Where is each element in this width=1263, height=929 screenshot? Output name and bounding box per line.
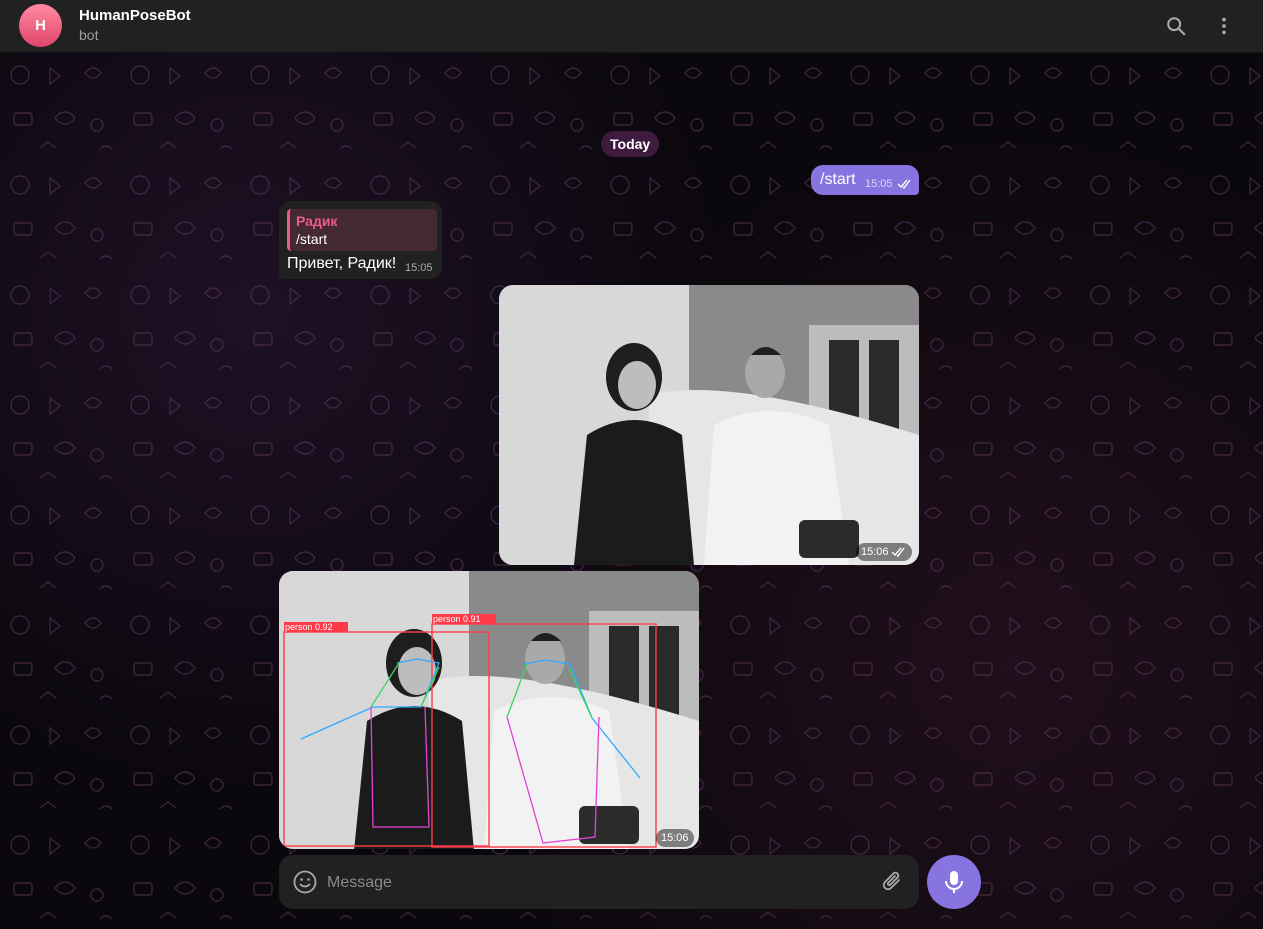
avatar-letter: H	[35, 17, 46, 34]
chat-subtitle: bot	[79, 27, 99, 43]
chat-title[interactable]: HumanPoseBot	[79, 7, 191, 24]
reply-preview[interactable]: Радик /start	[287, 209, 437, 251]
search-button[interactable]	[1162, 12, 1190, 40]
attach-icon	[882, 871, 900, 891]
more-button[interactable]	[1210, 12, 1238, 40]
detection-class: person	[433, 614, 461, 624]
voice-record-button[interactable]	[927, 855, 981, 909]
date-separator: Today	[601, 131, 660, 157]
photo-image	[499, 285, 919, 565]
incoming-photo[interactable]: person 0.92 person 0.91 15:06	[279, 571, 699, 849]
detection-score: 0.92	[315, 622, 333, 632]
message-time: 15:06	[861, 546, 889, 558]
detection-class: person	[285, 622, 313, 632]
reply-text: /start	[296, 231, 328, 247]
double-check-icon	[897, 179, 911, 189]
photo-image	[279, 571, 699, 849]
message-input[interactable]	[325, 855, 869, 911]
detection-label: person 0.92	[285, 622, 333, 632]
mic-icon	[945, 871, 963, 893]
photo-time-badge: 15:06	[656, 829, 694, 847]
search-icon	[1167, 17, 1186, 36]
message-time: 15:05	[865, 178, 893, 190]
reply-author: Радик	[296, 213, 338, 229]
emoji-icon	[293, 870, 317, 894]
chat-header: H HumanPoseBot bot	[0, 0, 1263, 53]
message-time: 15:05	[405, 262, 433, 274]
incoming-message[interactable]: Радик /start Привет, Радик! 15:05	[279, 201, 442, 279]
outgoing-photo[interactable]: 15:06	[499, 285, 919, 565]
detection-label: person 0.91	[433, 614, 481, 624]
outgoing-message[interactable]: /start 15:05	[811, 165, 919, 195]
attach-button[interactable]	[880, 869, 906, 895]
message-composer	[279, 855, 919, 911]
more-vertical-icon	[1222, 17, 1226, 35]
message-text: Привет, Радик!	[287, 255, 397, 272]
photo-time-badge: 15:06	[856, 543, 912, 561]
emoji-button[interactable]	[292, 869, 318, 895]
avatar[interactable]: H	[19, 4, 62, 47]
detection-score: 0.91	[463, 614, 481, 624]
message-time: 15:06	[661, 832, 689, 844]
double-check-icon	[891, 547, 905, 557]
message-text: /start	[820, 171, 856, 188]
